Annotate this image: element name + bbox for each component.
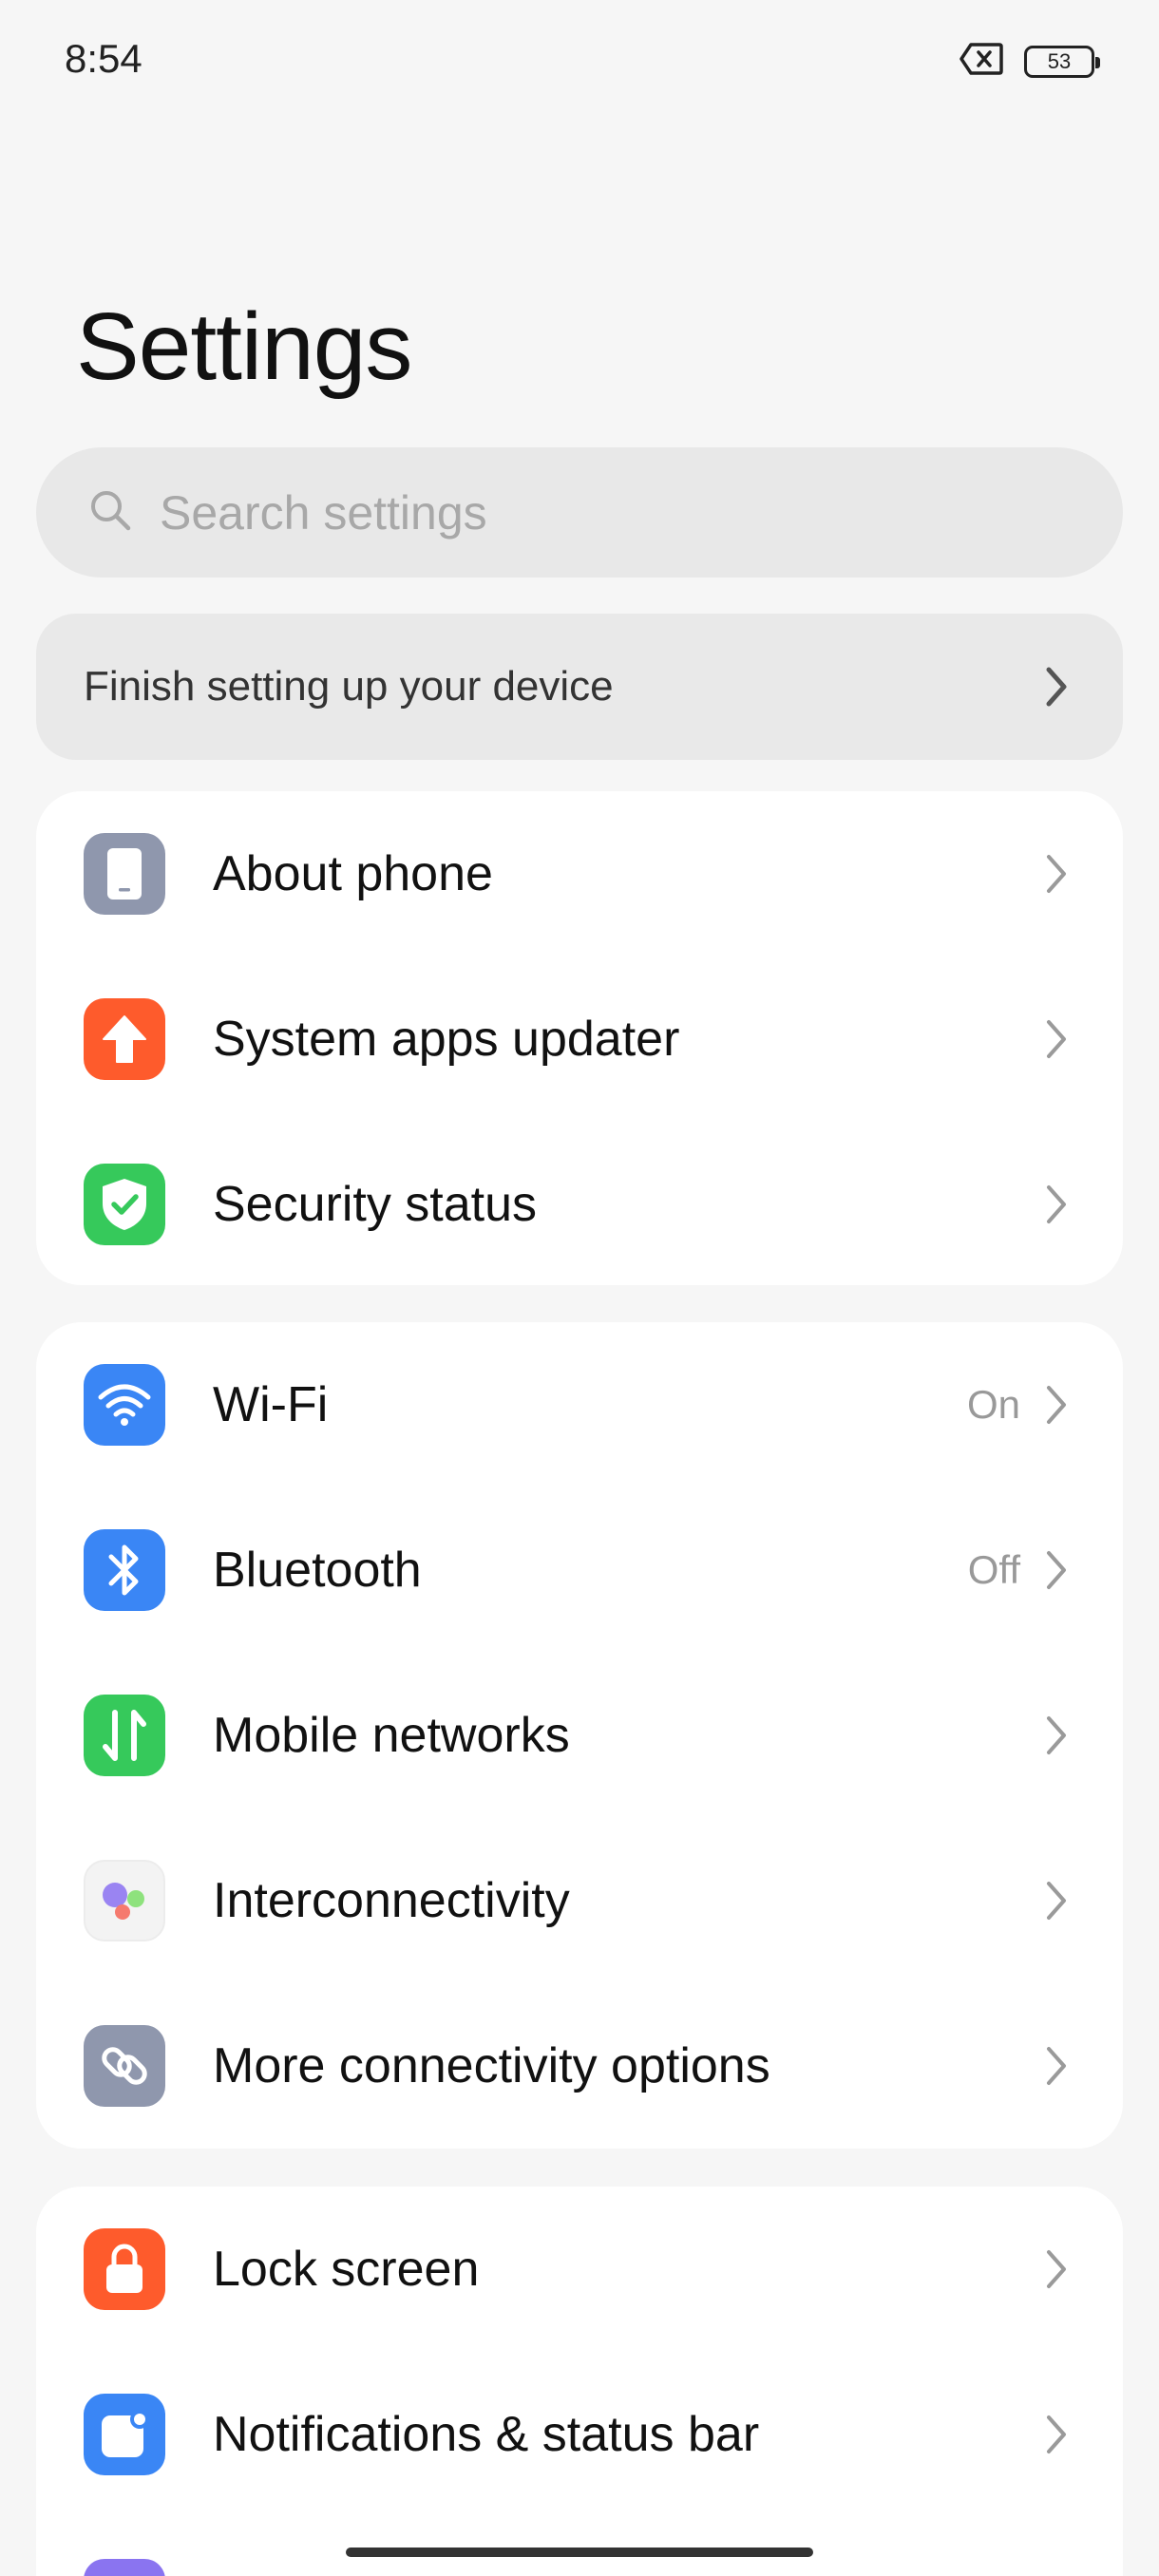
settings-item-label: More connectivity options — [213, 2038, 770, 2093]
settings-item-lock-screen[interactable]: Lock screen — [36, 2187, 1123, 2352]
chevron-right-icon — [1037, 667, 1075, 707]
chevron-right-icon — [1037, 2047, 1075, 2085]
search-input[interactable] — [160, 484, 1015, 540]
wifi-icon — [84, 1364, 165, 1446]
battery-level: 53 — [1047, 48, 1072, 73]
home-indicator[interactable] — [346, 2548, 813, 2557]
wifi-status-value: On — [966, 1382, 1020, 1427]
settings-item-label: Security status — [213, 1177, 538, 1232]
chevron-right-icon — [1037, 1185, 1075, 1223]
status-time: 8:54 — [65, 36, 142, 81]
settings-item-interconnectivity[interactable]: Interconnectivity — [36, 1818, 1123, 1983]
data-arrows-icon — [84, 1695, 165, 1776]
status-bar: 8:54 53 — [0, 0, 1159, 123]
settings-item-label: About phone — [213, 846, 493, 901]
chevron-right-icon — [1037, 1716, 1075, 1754]
settings-item-label: Interconnectivity — [213, 1873, 570, 1928]
settings-item-bluetooth[interactable]: Bluetooth Off — [36, 1487, 1123, 1653]
chevron-right-icon — [1037, 1020, 1075, 1058]
phone-icon — [84, 833, 165, 915]
settings-item-label: System apps updater — [213, 1012, 680, 1067]
shield-check-icon — [84, 1164, 165, 1245]
chevron-right-icon — [1037, 2250, 1075, 2288]
settings-item-system-apps-updater[interactable]: System apps updater — [36, 957, 1123, 1122]
settings-item-notifications[interactable]: Notifications & status bar — [36, 2352, 1123, 2517]
settings-item-label: Wi-Fi — [213, 1377, 329, 1432]
settings-item-label: Bluetooth — [213, 1543, 422, 1598]
settings-item-wifi[interactable]: Wi-Fi On — [36, 1322, 1123, 1487]
bluetooth-icon — [84, 1529, 165, 1611]
app-icon — [84, 2559, 165, 2576]
chevron-right-icon — [1037, 1551, 1075, 1589]
chevron-right-icon — [1037, 2415, 1075, 2453]
interconnectivity-icon — [84, 1860, 165, 1941]
notification-icon — [84, 2394, 165, 2475]
battery-icon: 53 — [1024, 45, 1100, 78]
settings-group-device: About phone System apps updater Security… — [36, 791, 1123, 1285]
bluetooth-status-value: Off — [967, 1547, 1020, 1592]
page-title: Settings — [76, 294, 412, 400]
settings-item-mobile-networks[interactable]: Mobile networks — [36, 1653, 1123, 1818]
settings-item-label: Lock screen — [213, 2242, 480, 2297]
chevron-right-icon — [1037, 1386, 1075, 1424]
settings-item-label: Mobile networks — [213, 1708, 570, 1763]
arrow-up-icon — [84, 998, 165, 1080]
settings-item-more-connectivity[interactable]: More connectivity options — [36, 1983, 1123, 2149]
settings-item-about-phone[interactable]: About phone — [36, 791, 1123, 957]
link-icon — [84, 2025, 165, 2107]
settings-group-personalization: Lock screen Notifications & status bar — [36, 2187, 1123, 2576]
lock-icon — [84, 2228, 165, 2310]
settings-item-partial[interactable] — [36, 2517, 1123, 2576]
search-bar[interactable] — [36, 447, 1123, 578]
chevron-right-icon — [1037, 855, 1075, 893]
search-icon — [87, 487, 133, 538]
finish-setup-banner[interactable]: Finish setting up your device — [36, 614, 1123, 760]
settings-group-connectivity: Wi-Fi On Bluetooth Off Mobile networks I… — [36, 1322, 1123, 2149]
settings-screen: 8:54 53 Settings Finish setting up yo — [0, 0, 1159, 2576]
status-icons: 53 — [960, 42, 1100, 81]
finish-setup-label: Finish setting up your device — [84, 663, 614, 710]
settings-item-security-status[interactable]: Security status — [36, 1122, 1123, 1287]
chevron-right-icon — [1037, 1882, 1075, 1920]
settings-item-label: Notifications & status bar — [213, 2407, 760, 2462]
sim-disabled-icon — [960, 42, 1003, 81]
